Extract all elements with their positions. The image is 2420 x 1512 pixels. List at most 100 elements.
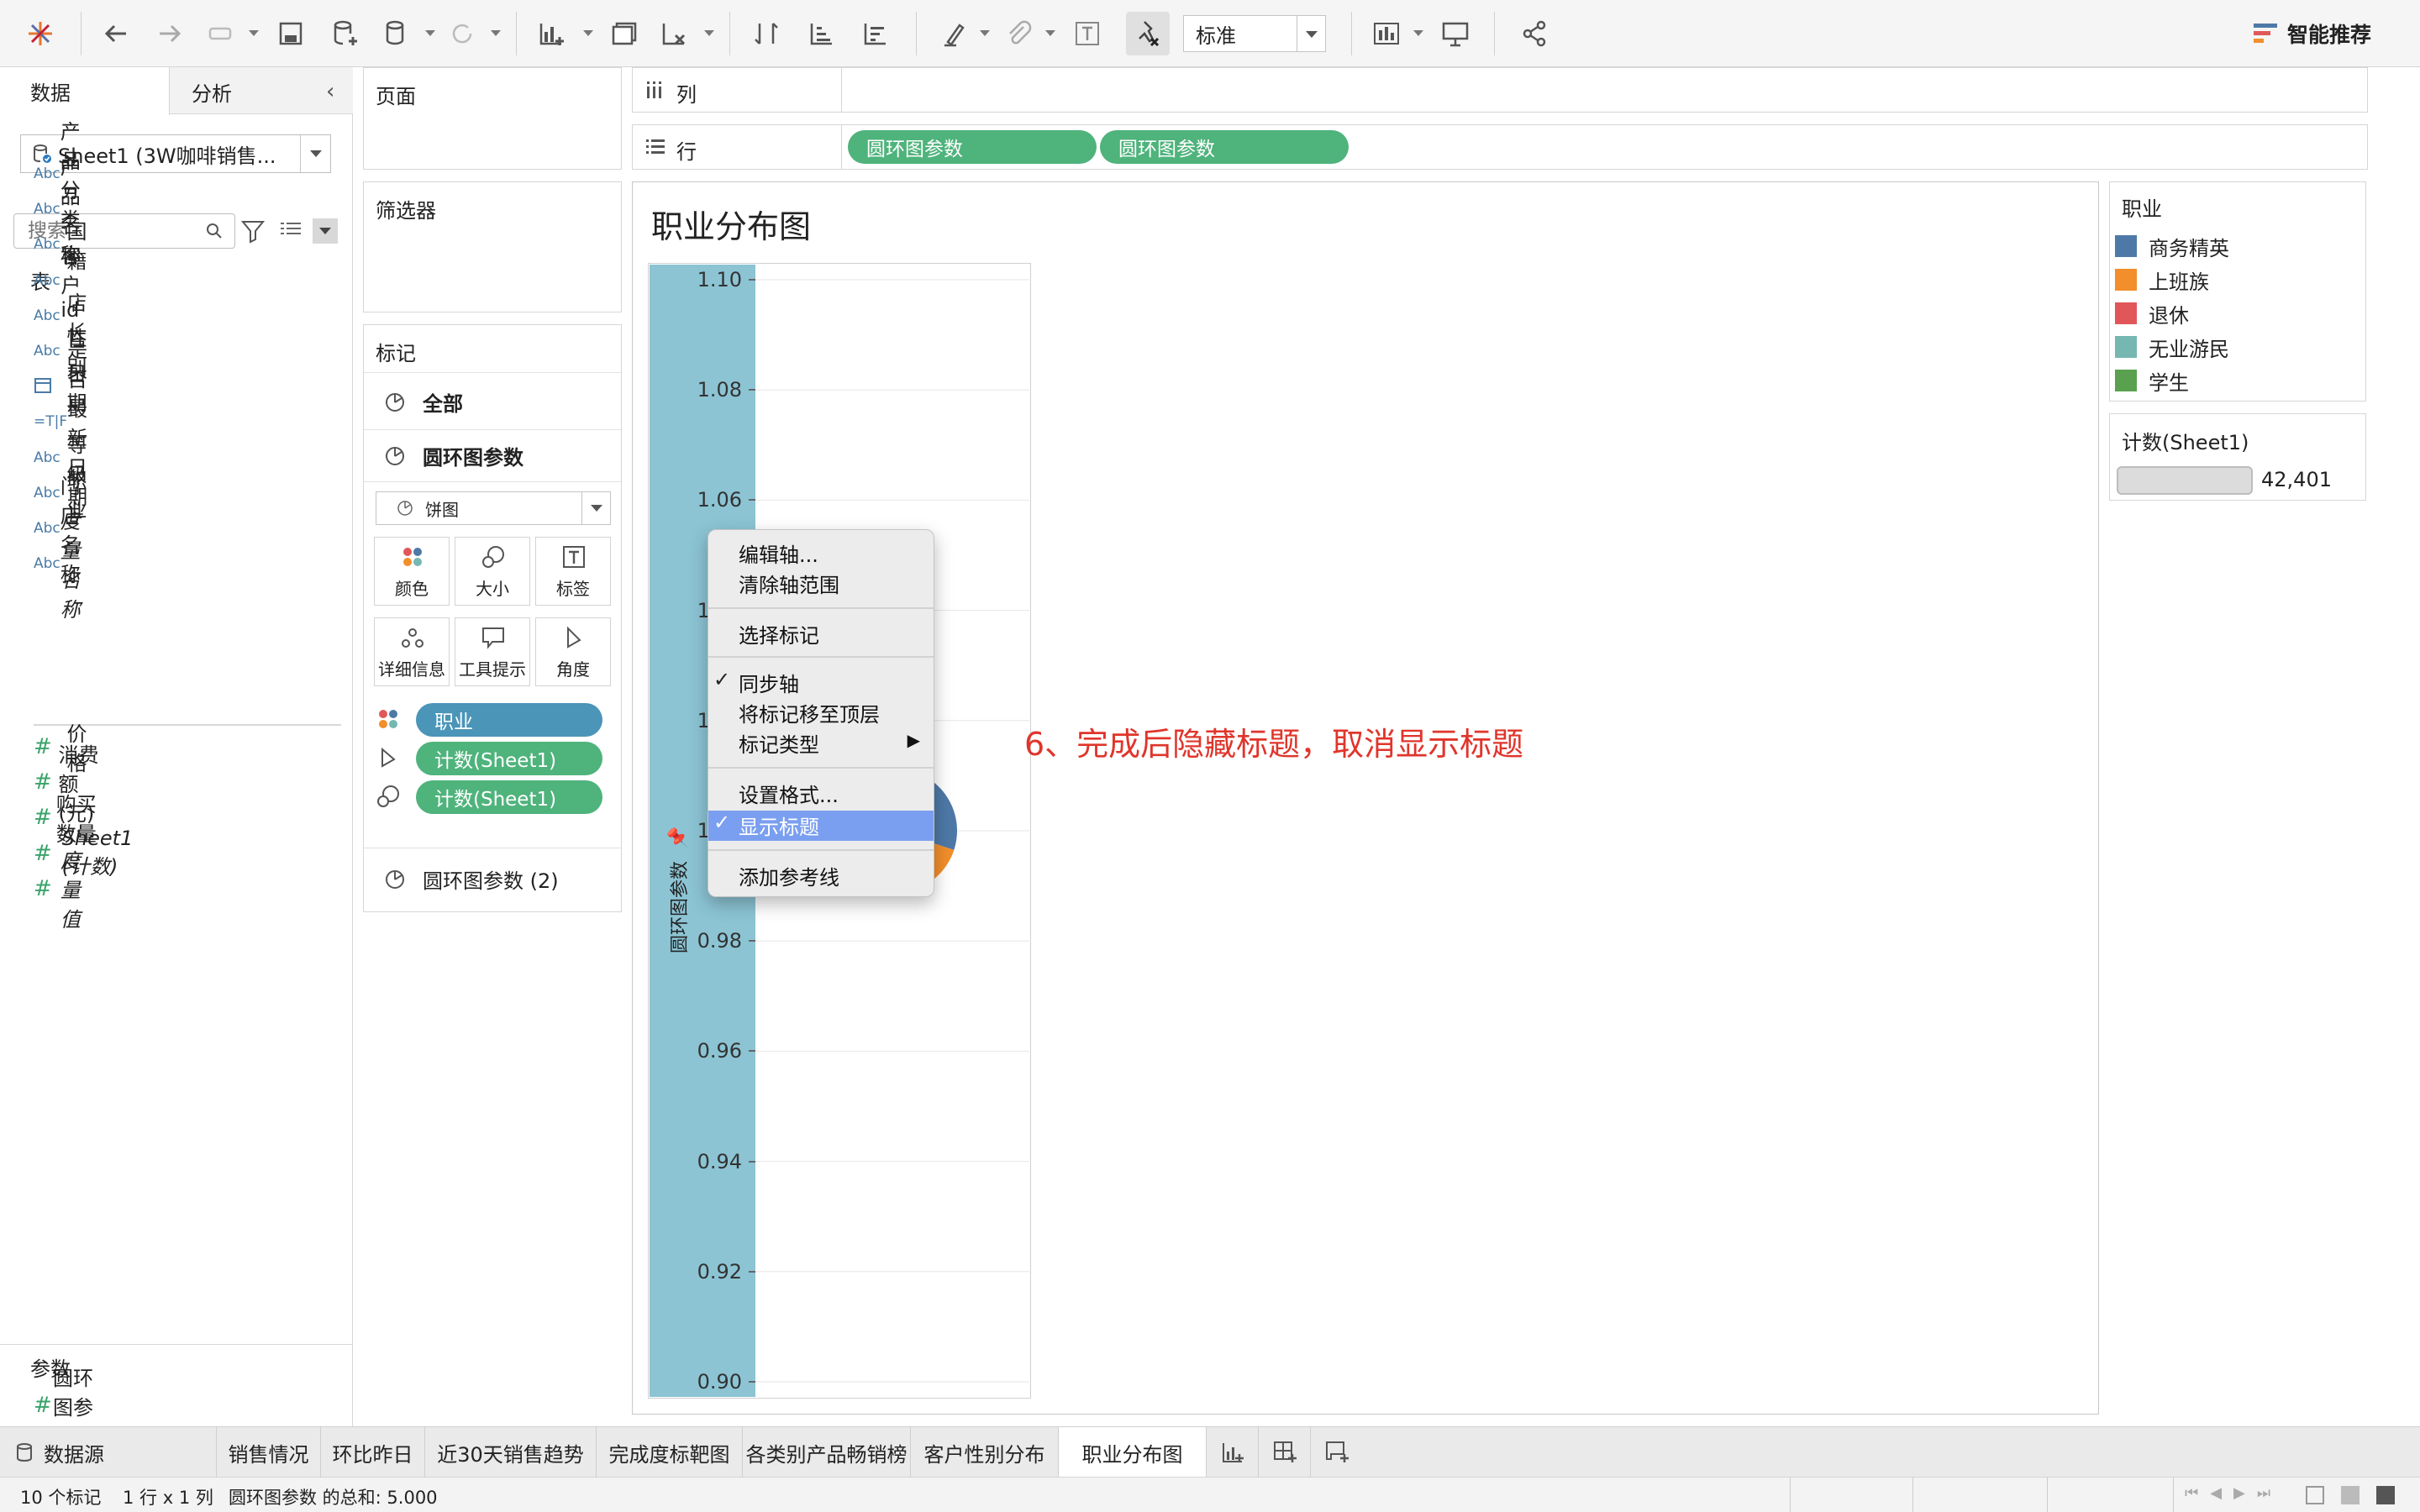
menu-format[interactable]: 设置格式... bbox=[739, 779, 839, 808]
label-button[interactable]: 标签 bbox=[535, 537, 611, 606]
sheet-tab[interactable]: 客户性别分布 bbox=[911, 1427, 1059, 1478]
datasource-icon[interactable] bbox=[380, 17, 413, 50]
dimension-field[interactable]: Abc 度量名称 bbox=[34, 510, 97, 622]
columns-icon bbox=[647, 81, 661, 98]
viz-title[interactable]: 职业分布图 bbox=[651, 201, 811, 247]
duplicate-sheet-icon[interactable] bbox=[608, 17, 642, 50]
show-cards-icon[interactable] bbox=[1370, 17, 1403, 50]
menu-show-header[interactable]: 显示标题 bbox=[739, 811, 819, 840]
presentation-icon[interactable] bbox=[1439, 17, 1472, 50]
filmstrip-view-icon[interactable] bbox=[2341, 1486, 2360, 1504]
angle-icon bbox=[381, 747, 396, 768]
tooltip-button[interactable]: 工具提示 bbox=[455, 617, 530, 686]
tableau-logo-icon[interactable] bbox=[24, 17, 57, 50]
mark-type-select[interactable]: 饼图 bbox=[376, 491, 611, 525]
field-name: 度量值 bbox=[60, 849, 81, 932]
row-pill-2[interactable]: 圆环图参数 bbox=[1100, 130, 1349, 164]
sheet-tab[interactable]: 环比昨日 bbox=[321, 1427, 425, 1478]
swap-icon[interactable] bbox=[750, 17, 783, 50]
tab-data-label: 数据 bbox=[30, 81, 71, 105]
size-legend-title: 计数(Sheet1) bbox=[2122, 431, 2249, 454]
dimension-type-icon: Abc bbox=[34, 201, 60, 218]
pill-size-count[interactable]: 计数(Sheet1) bbox=[416, 780, 602, 814]
check-icon: ✓ bbox=[713, 811, 731, 834]
new-datasource-icon[interactable] bbox=[328, 17, 361, 50]
new-worksheet-icon[interactable] bbox=[1207, 1427, 1259, 1478]
color-legend[interactable]: 职业 商务精英 上班族 退休 无业游民 学生 bbox=[2109, 181, 2366, 402]
tab-analysis[interactable]: 分析 bbox=[192, 77, 232, 107]
legend-item[interactable]: 上班族 bbox=[2115, 263, 2209, 297]
sort-descending-icon[interactable] bbox=[859, 17, 892, 50]
menu-clear-axis-range[interactable]: 清除轴范围 bbox=[739, 569, 839, 598]
highlight-icon[interactable] bbox=[938, 17, 971, 50]
marks-layer-2[interactable]: 圆环图参数 (2) bbox=[384, 864, 559, 894]
menu-move-marks-to-front[interactable]: 将标记移至顶层 bbox=[739, 698, 880, 727]
group-icon[interactable] bbox=[1002, 17, 1035, 50]
rows-shelf[interactable]: 行 圆环图参数 圆环图参数 bbox=[632, 124, 2368, 170]
legend-item[interactable]: 退休 bbox=[2115, 297, 2189, 330]
sheet-tab[interactable]: 各类别产品畅销榜 bbox=[743, 1427, 911, 1478]
marks-layer-1[interactable]: 圆环图参数 bbox=[384, 441, 523, 470]
columns-shelf[interactable]: 列 bbox=[632, 67, 2368, 113]
legend-swatch bbox=[2115, 302, 2137, 324]
sheet-tab[interactable]: 近30天销售趋势 bbox=[425, 1427, 597, 1478]
show-labels-icon[interactable] bbox=[1071, 17, 1104, 50]
measure-type-icon: # bbox=[34, 1393, 52, 1418]
redo-icon[interactable] bbox=[153, 17, 187, 50]
menu-select-marks[interactable]: 选择标记 bbox=[739, 619, 819, 648]
tab-data[interactable]: 数据 bbox=[0, 67, 170, 115]
y-tick-label: 0.90 bbox=[697, 1370, 742, 1394]
dimension-type-icon: Abc bbox=[34, 343, 60, 360]
show-me-button[interactable]: 智能推荐 bbox=[2252, 18, 2371, 49]
menu-mark-type[interactable]: 标记类型 ▶ bbox=[739, 728, 920, 758]
row-pill-1[interactable]: 圆环图参数 bbox=[848, 130, 1097, 164]
sheet-tab[interactable]: 完成度标靶图 bbox=[597, 1427, 743, 1478]
undo-icon[interactable] bbox=[99, 17, 133, 50]
marks-all[interactable]: 全部 bbox=[384, 387, 463, 417]
tab-datasource[interactable]: 数据源 bbox=[0, 1427, 217, 1478]
detail-icon bbox=[402, 628, 424, 648]
list-view-icon[interactable] bbox=[279, 220, 304, 245]
pages-card[interactable]: 页面 bbox=[363, 67, 622, 170]
measure-field[interactable]: # 度量值 bbox=[34, 849, 97, 932]
dimension-type-icon: Abc bbox=[34, 449, 60, 466]
detail-button[interactable]: 详细信息 bbox=[374, 617, 450, 686]
size-button[interactable]: 大小 bbox=[455, 537, 530, 606]
filters-card[interactable]: 筛选器 bbox=[363, 181, 622, 312]
menu-edit-axis[interactable]: 编辑轴... bbox=[739, 538, 818, 568]
color-button[interactable]: 颜色 bbox=[374, 537, 450, 606]
view-options-button[interactable] bbox=[313, 218, 338, 244]
clear-sheet-icon[interactable] bbox=[657, 17, 691, 50]
fix-axes-icon[interactable] bbox=[1126, 12, 1170, 55]
menu-sync-axis[interactable]: 同步轴 bbox=[739, 668, 799, 697]
collapse-pane-icon[interactable]: ‹ bbox=[326, 79, 334, 104]
legend-item[interactable]: 商务精英 bbox=[2115, 229, 2229, 263]
share-icon[interactable] bbox=[1518, 17, 1551, 50]
sheet-navigation-icons[interactable]: ⏮◀▶⏭ bbox=[2185, 1484, 2282, 1502]
new-sheet-icon[interactable] bbox=[534, 17, 568, 50]
measure-field[interactable]: #圆环图参数 bbox=[34, 1367, 97, 1449]
forward-icon[interactable] bbox=[205, 17, 239, 50]
refresh-icon[interactable] bbox=[445, 17, 479, 50]
pie-icon bbox=[397, 501, 413, 516]
pill-color-occupation[interactable]: 职业 bbox=[416, 703, 602, 737]
legend-item[interactable]: 学生 bbox=[2115, 364, 2189, 397]
size-legend[interactable]: 计数(Sheet1) 42,401 bbox=[2109, 413, 2366, 501]
pill-angle-count[interactable]: 计数(Sheet1) bbox=[416, 742, 602, 775]
grid-view-icon[interactable] bbox=[2306, 1486, 2324, 1504]
size-icon bbox=[377, 785, 399, 807]
sheet-tab[interactable]: 职业分布图 bbox=[1059, 1427, 1207, 1478]
tabs-view-icon[interactable] bbox=[2376, 1486, 2395, 1504]
menu-add-reference-line[interactable]: 添加参考线 bbox=[739, 861, 839, 890]
sort-ascending-icon[interactable] bbox=[805, 17, 839, 50]
filter-icon[interactable] bbox=[240, 218, 266, 247]
fit-select[interactable]: 标准 bbox=[1183, 15, 1326, 52]
y-tick-label: 1.08 bbox=[697, 378, 742, 402]
angle-icon bbox=[567, 626, 581, 648]
angle-button[interactable]: 角度 bbox=[535, 617, 611, 686]
sheet-tab[interactable]: 销售情况 bbox=[217, 1427, 321, 1478]
new-dashboard-icon[interactable] bbox=[1259, 1427, 1311, 1478]
legend-item[interactable]: 无业游民 bbox=[2115, 330, 2229, 364]
save-icon[interactable] bbox=[274, 17, 308, 50]
new-story-icon[interactable] bbox=[1311, 1427, 1363, 1478]
